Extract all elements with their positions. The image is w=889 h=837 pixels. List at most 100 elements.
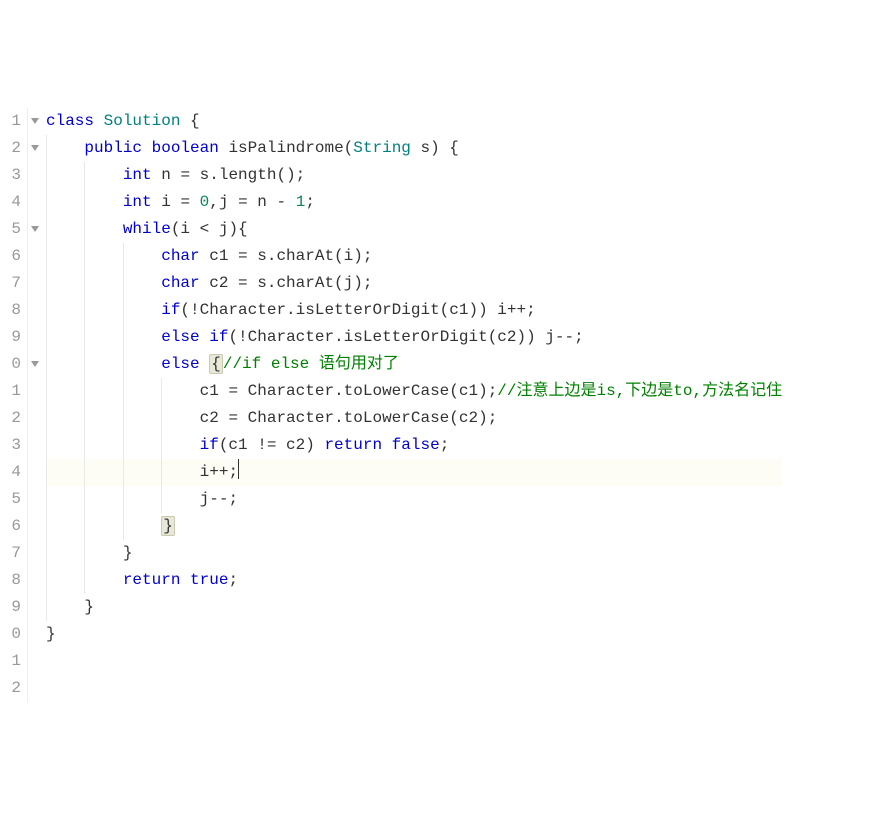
indent-guide [46, 216, 47, 243]
code-token: s.length(); [190, 166, 305, 184]
code-token [180, 571, 190, 589]
code-token: if [209, 328, 228, 346]
code-line[interactable]: } [46, 594, 782, 621]
code-token [94, 112, 104, 130]
code-token: ++ [209, 463, 228, 481]
code-token: (i [171, 220, 200, 238]
fold-gutter-cell[interactable] [28, 324, 42, 351]
fold-gutter-cell[interactable] [28, 513, 42, 540]
indent-guide [84, 432, 85, 459]
code-area[interactable]: class Solution { public boolean isPalind… [42, 108, 782, 702]
fold-gutter-cell[interactable] [28, 297, 42, 324]
code-line[interactable]: c2 = Character.toLowerCase(c2); [46, 405, 782, 432]
code-line[interactable]: else if(!Character.isLetterOrDigit(c2)) … [46, 324, 782, 351]
fold-gutter-cell[interactable] [28, 189, 42, 216]
fold-gutter-cell[interactable] [28, 432, 42, 459]
code-line[interactable]: int n = s.length(); [46, 162, 782, 189]
indent-guide [46, 432, 47, 459]
code-line[interactable] [46, 675, 782, 702]
fold-gutter-cell[interactable] [28, 108, 42, 135]
fold-gutter-cell[interactable] [28, 459, 42, 486]
line-number: 7 [0, 270, 21, 297]
indent-guide [46, 513, 47, 540]
code-token: c2 [200, 274, 238, 292]
code-line[interactable]: public boolean isPalindrome(String s) { [46, 135, 782, 162]
code-token: - [277, 193, 287, 211]
code-line[interactable]: j--; [46, 486, 782, 513]
code-token: 1 [296, 193, 306, 211]
code-token: n [248, 193, 277, 211]
code-line[interactable]: while(i < j){ [46, 216, 782, 243]
fold-gutter-cell[interactable] [28, 405, 42, 432]
fold-gutter-cell[interactable] [28, 270, 42, 297]
fold-gutter-cell[interactable] [28, 675, 42, 702]
fold-gutter-cell[interactable] [28, 621, 42, 648]
indent-guide [84, 486, 85, 513]
indent-guide [84, 216, 85, 243]
code-line[interactable]: int i = 0,j = n - 1; [46, 189, 782, 216]
line-number: 8 [0, 567, 21, 594]
code-editor[interactable]: 1234567890123456789012 class Solution { … [0, 108, 889, 702]
indent-guide [46, 135, 47, 162]
line-number: 1 [0, 648, 21, 675]
line-number: 0 [0, 351, 21, 378]
indent-guide [84, 189, 85, 216]
code-line[interactable]: return true; [46, 567, 782, 594]
code-token: ; [440, 436, 450, 454]
code-line[interactable]: else {//if else 语句用对了 [46, 351, 782, 378]
code-line[interactable]: } [46, 621, 782, 648]
indent-guide [123, 378, 124, 405]
code-line[interactable]: i++; [46, 459, 782, 486]
code-token: Character.isLetterOrDigit(c1)) i [200, 301, 507, 319]
indent-guide [84, 459, 85, 486]
code-token: ! [190, 301, 200, 319]
code-token: int [123, 193, 152, 211]
fold-chevron-down-icon[interactable] [31, 118, 39, 124]
code-line[interactable]: c1 = Character.toLowerCase(c1);//注意上边是is… [46, 378, 782, 405]
code-line[interactable]: } [46, 540, 782, 567]
fold-gutter-cell[interactable] [28, 594, 42, 621]
indent-guide [161, 459, 162, 486]
fold-gutter-cell[interactable] [28, 162, 42, 189]
code-line[interactable]: } [46, 513, 782, 540]
indent-guide [84, 513, 85, 540]
code-line[interactable]: class Solution { [46, 108, 782, 135]
line-number: 9 [0, 594, 21, 621]
fold-gutter-cell[interactable] [28, 243, 42, 270]
code-token: n [152, 166, 181, 184]
fold-gutter-cell[interactable] [28, 486, 42, 513]
code-token: ! [238, 328, 248, 346]
code-line[interactable] [46, 648, 782, 675]
fold-gutter-cell[interactable] [28, 648, 42, 675]
fold-gutter-cell[interactable] [28, 567, 42, 594]
fold-chevron-down-icon[interactable] [31, 226, 39, 232]
code-token: s.charAt(i); [248, 247, 373, 265]
code-token: = [228, 409, 238, 427]
line-number: 3 [0, 162, 21, 189]
fold-gutter-cell[interactable] [28, 216, 42, 243]
fold-gutter-cell[interactable] [28, 540, 42, 567]
code-token: i [46, 463, 209, 481]
code-token: < [200, 220, 210, 238]
code-line[interactable]: char c1 = s.charAt(i); [46, 243, 782, 270]
code-token [46, 517, 161, 535]
fold-gutter-cell[interactable] [28, 135, 42, 162]
fold-column[interactable] [28, 108, 42, 702]
fold-gutter-cell[interactable] [28, 378, 42, 405]
fold-gutter-cell[interactable] [28, 351, 42, 378]
text-cursor [238, 459, 239, 479]
code-line[interactable]: if(c1 != c2) return false; [46, 432, 782, 459]
fold-chevron-down-icon[interactable] [31, 145, 39, 151]
code-token: = [238, 274, 248, 292]
code-token [190, 193, 200, 211]
code-token: = [238, 193, 248, 211]
indent-guide [84, 567, 85, 594]
code-token [46, 139, 84, 157]
code-line[interactable]: char c2 = s.charAt(j); [46, 270, 782, 297]
code-line[interactable]: if(!Character.isLetterOrDigit(c1)) i++; [46, 297, 782, 324]
code-token: ,j [209, 193, 238, 211]
code-token: = [228, 382, 238, 400]
indent-guide [46, 243, 47, 270]
code-token: c2) [276, 436, 324, 454]
fold-chevron-down-icon[interactable] [31, 361, 39, 367]
